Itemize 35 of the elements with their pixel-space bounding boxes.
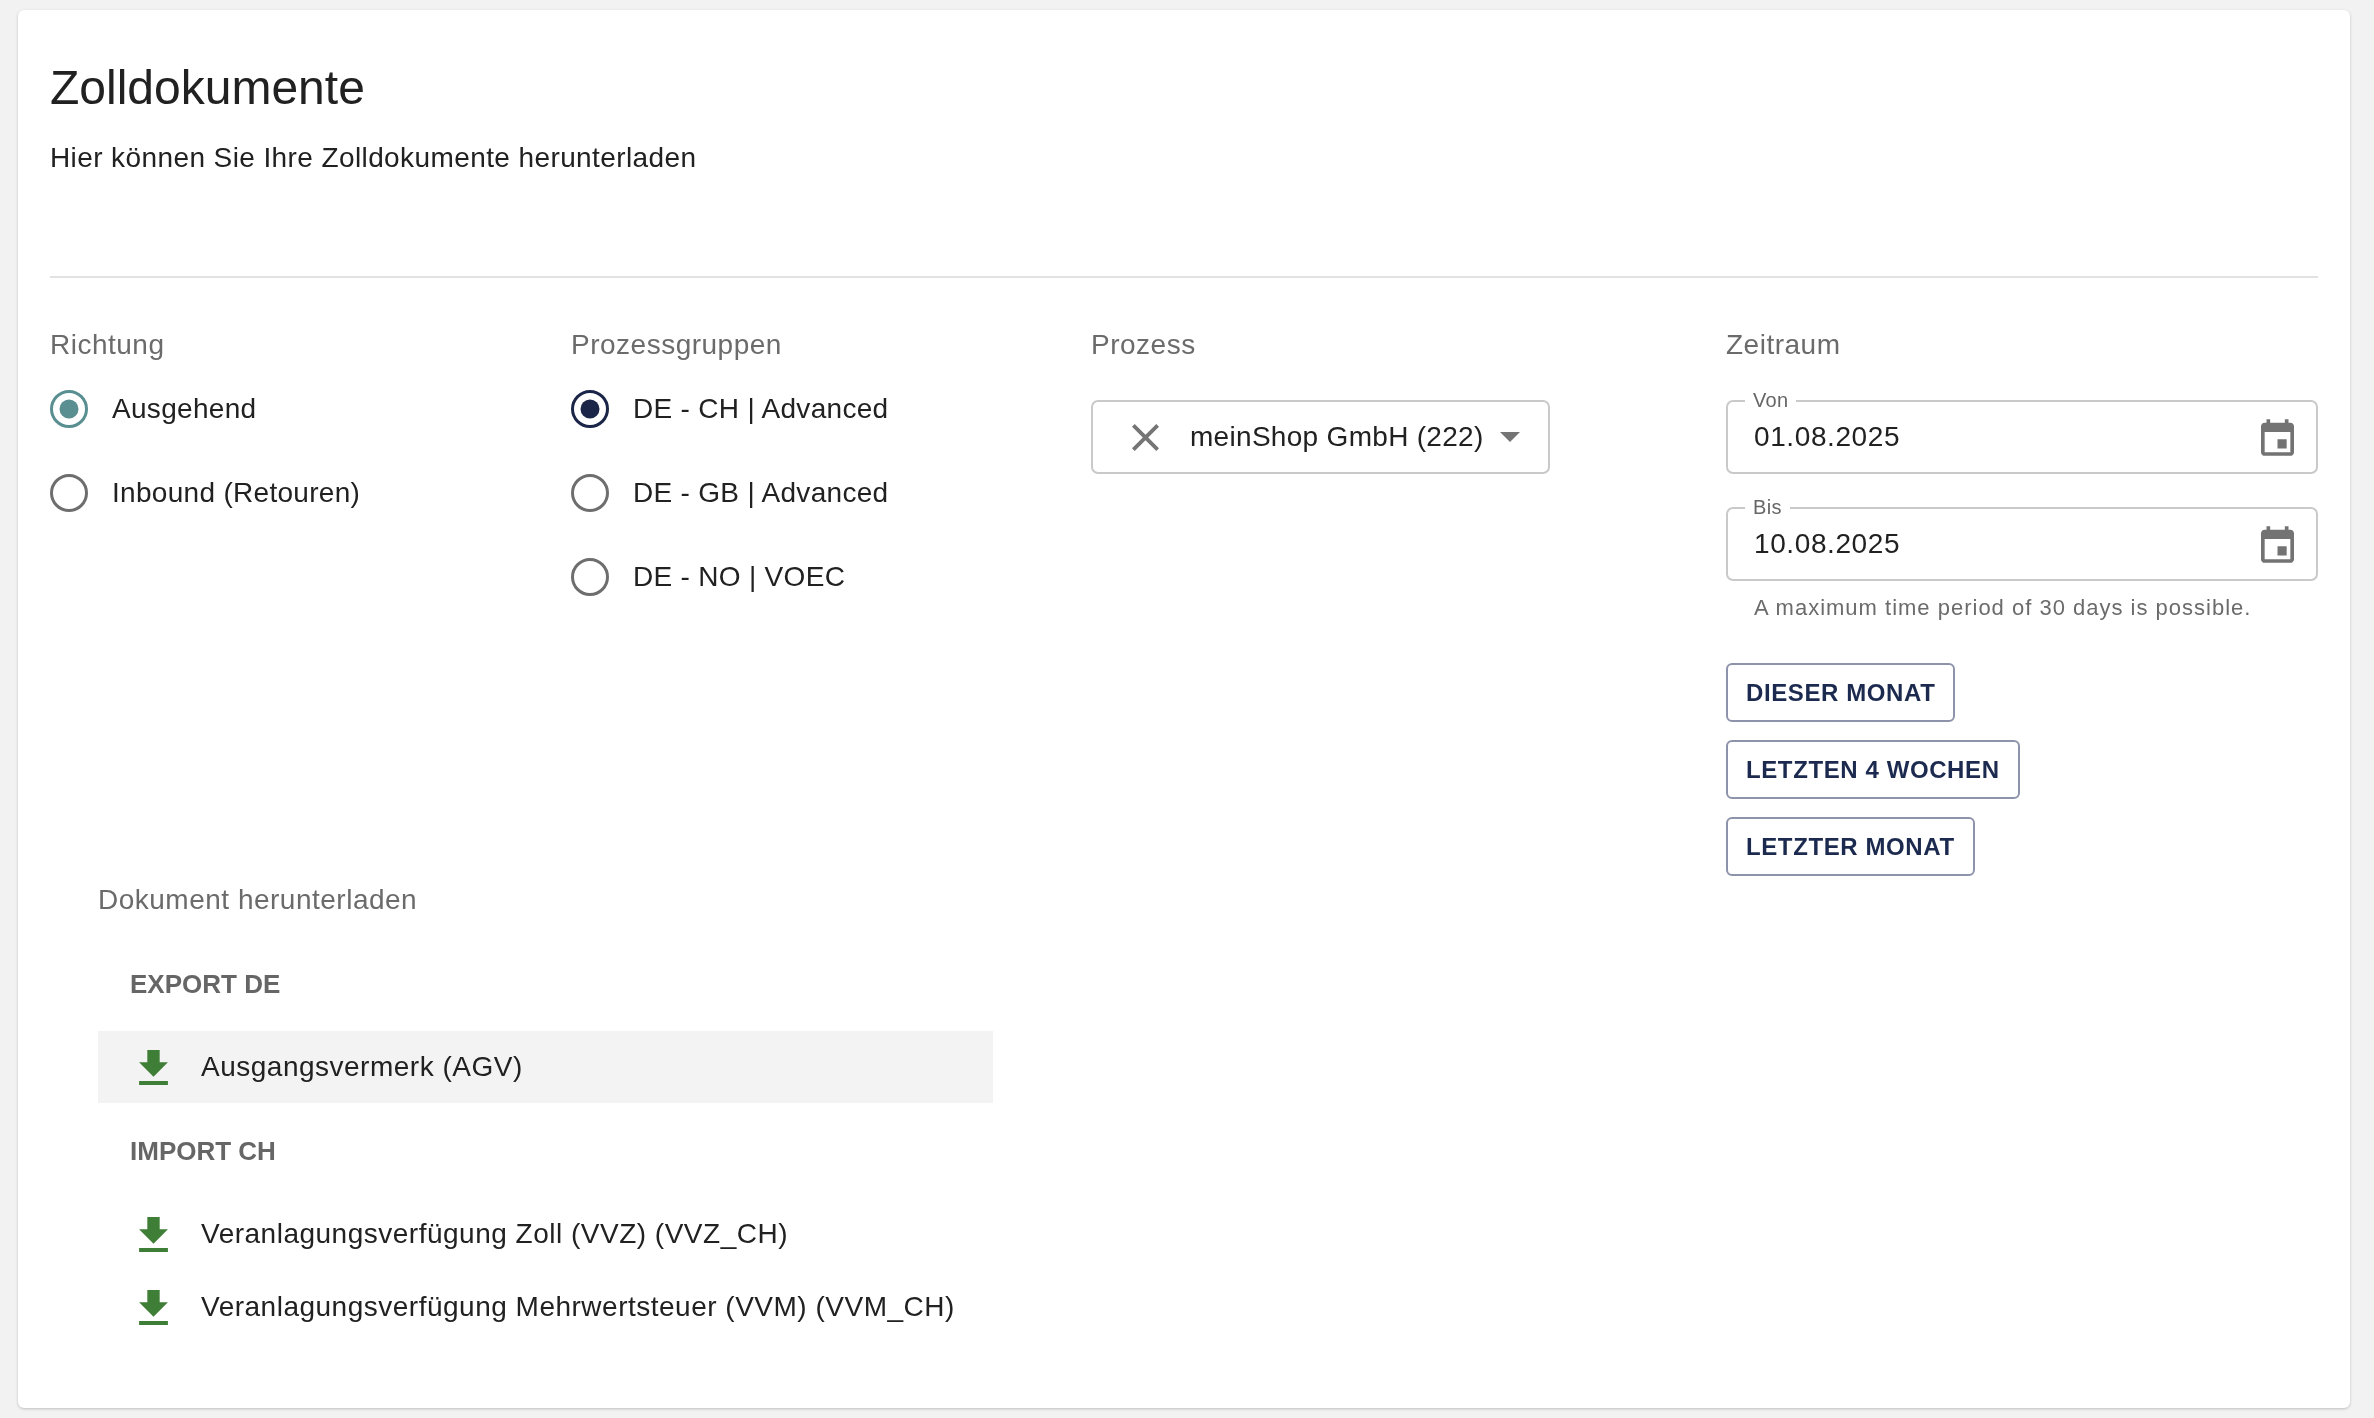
filter-label: Richtung <box>50 328 165 362</box>
calendar-icon[interactable] <box>2261 418 2294 456</box>
radio-option[interactable]: Inbound (Retouren) <box>50 451 361 535</box>
filter-label: Zeitraum <box>1726 328 1842 362</box>
helper-text: A maximum time period of 30 days is possible. <box>1753 595 2253 621</box>
preset-button[interactable]: DIESER MONAT <box>1726 663 1956 722</box>
caret-icon[interactable] <box>1500 432 1520 442</box>
select-value: meinShop GmbH (222) <box>1190 421 1484 453</box>
download-link[interactable]: Veranlagungsverfügung Mehrwertsteuer (VVM) (VVM_CH) <box>98 1271 993 1343</box>
close-icon[interactable] <box>1132 423 1159 451</box>
preset-button[interactable]: LETZTER MONAT <box>1726 817 1975 876</box>
group-heading: EXPORT DE <box>129 967 282 1001</box>
calendar-icon[interactable] <box>2261 525 2294 563</box>
group-heading: IMPORT CH <box>129 1134 277 1168</box>
section-title: Dokument herunterladen <box>98 883 419 917</box>
radio-button[interactable] <box>571 474 609 512</box>
radio-button[interactable] <box>571 558 609 596</box>
radio-option[interactable]: DE - GB | Advanced <box>571 451 889 535</box>
download-icon <box>139 1216 168 1252</box>
preset-button[interactable]: LETZTEN 4 WOCHEN <box>1726 740 2020 799</box>
filter-label: Prozess <box>1091 328 1196 362</box>
radio-option[interactable]: DE - CH | Advanced <box>571 367 889 451</box>
radio-option[interactable]: DE - NO | VOEC <box>571 535 889 619</box>
radio-button[interactable] <box>50 474 88 512</box>
radio-button[interactable] <box>571 390 609 428</box>
download-icon <box>139 1049 168 1085</box>
download-link[interactable]: Ausgangsvermerk (AGV) <box>98 1031 993 1103</box>
radio-option[interactable]: Ausgehend <box>50 367 361 451</box>
download-link[interactable]: Veranlagungsverfügung Zoll (VVZ) (VVZ_CH) <box>98 1198 993 1270</box>
page-subtitle: Hier können Sie Ihre Zolldokumente herunterladen <box>50 141 698 175</box>
filter-label: Prozessgruppen <box>571 328 782 362</box>
download-icon <box>139 1289 168 1325</box>
page-title: Zolldokumente <box>50 60 366 116</box>
process-select[interactable]: meinShop GmbH (222) <box>1091 400 1550 474</box>
radio-button[interactable] <box>50 390 88 428</box>
